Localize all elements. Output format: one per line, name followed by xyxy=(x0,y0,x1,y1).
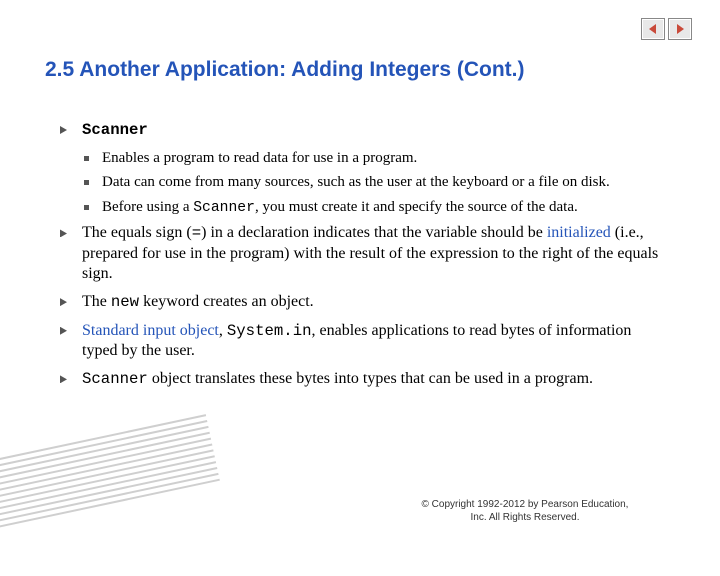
bullet-enables: Enables a program to read data for use i… xyxy=(82,149,665,168)
bullet-translates: Scanner object translates these bytes in… xyxy=(58,369,665,390)
decorative-lines xyxy=(0,414,229,576)
arrow-right-icon xyxy=(674,23,686,35)
bullet-data-sources: Data can come from many sources, such as… xyxy=(82,173,665,192)
slide-content: Scanner Enables a program to read data f… xyxy=(58,120,665,398)
next-button[interactable] xyxy=(668,18,692,40)
prev-button[interactable] xyxy=(641,18,665,40)
nav-button-group xyxy=(641,18,692,40)
bullet-before-using: Before using a Scanner, you must create … xyxy=(82,198,665,217)
copyright-text: © Copyright 1992-2012 by Pearson Educati… xyxy=(415,499,635,524)
scanner-keyword: Scanner xyxy=(82,121,148,139)
bullet-new: The new keyword creates an object. xyxy=(58,292,665,313)
bullet-equals: The equals sign (=) in a declaration ind… xyxy=(58,223,665,284)
bullet-scanner: Scanner xyxy=(58,120,665,141)
arrow-left-icon xyxy=(647,23,659,35)
slide-title: 2.5 Another Application: Adding Integers… xyxy=(45,58,680,82)
bullet-stdin: Standard input object, System.in, enable… xyxy=(58,321,665,362)
